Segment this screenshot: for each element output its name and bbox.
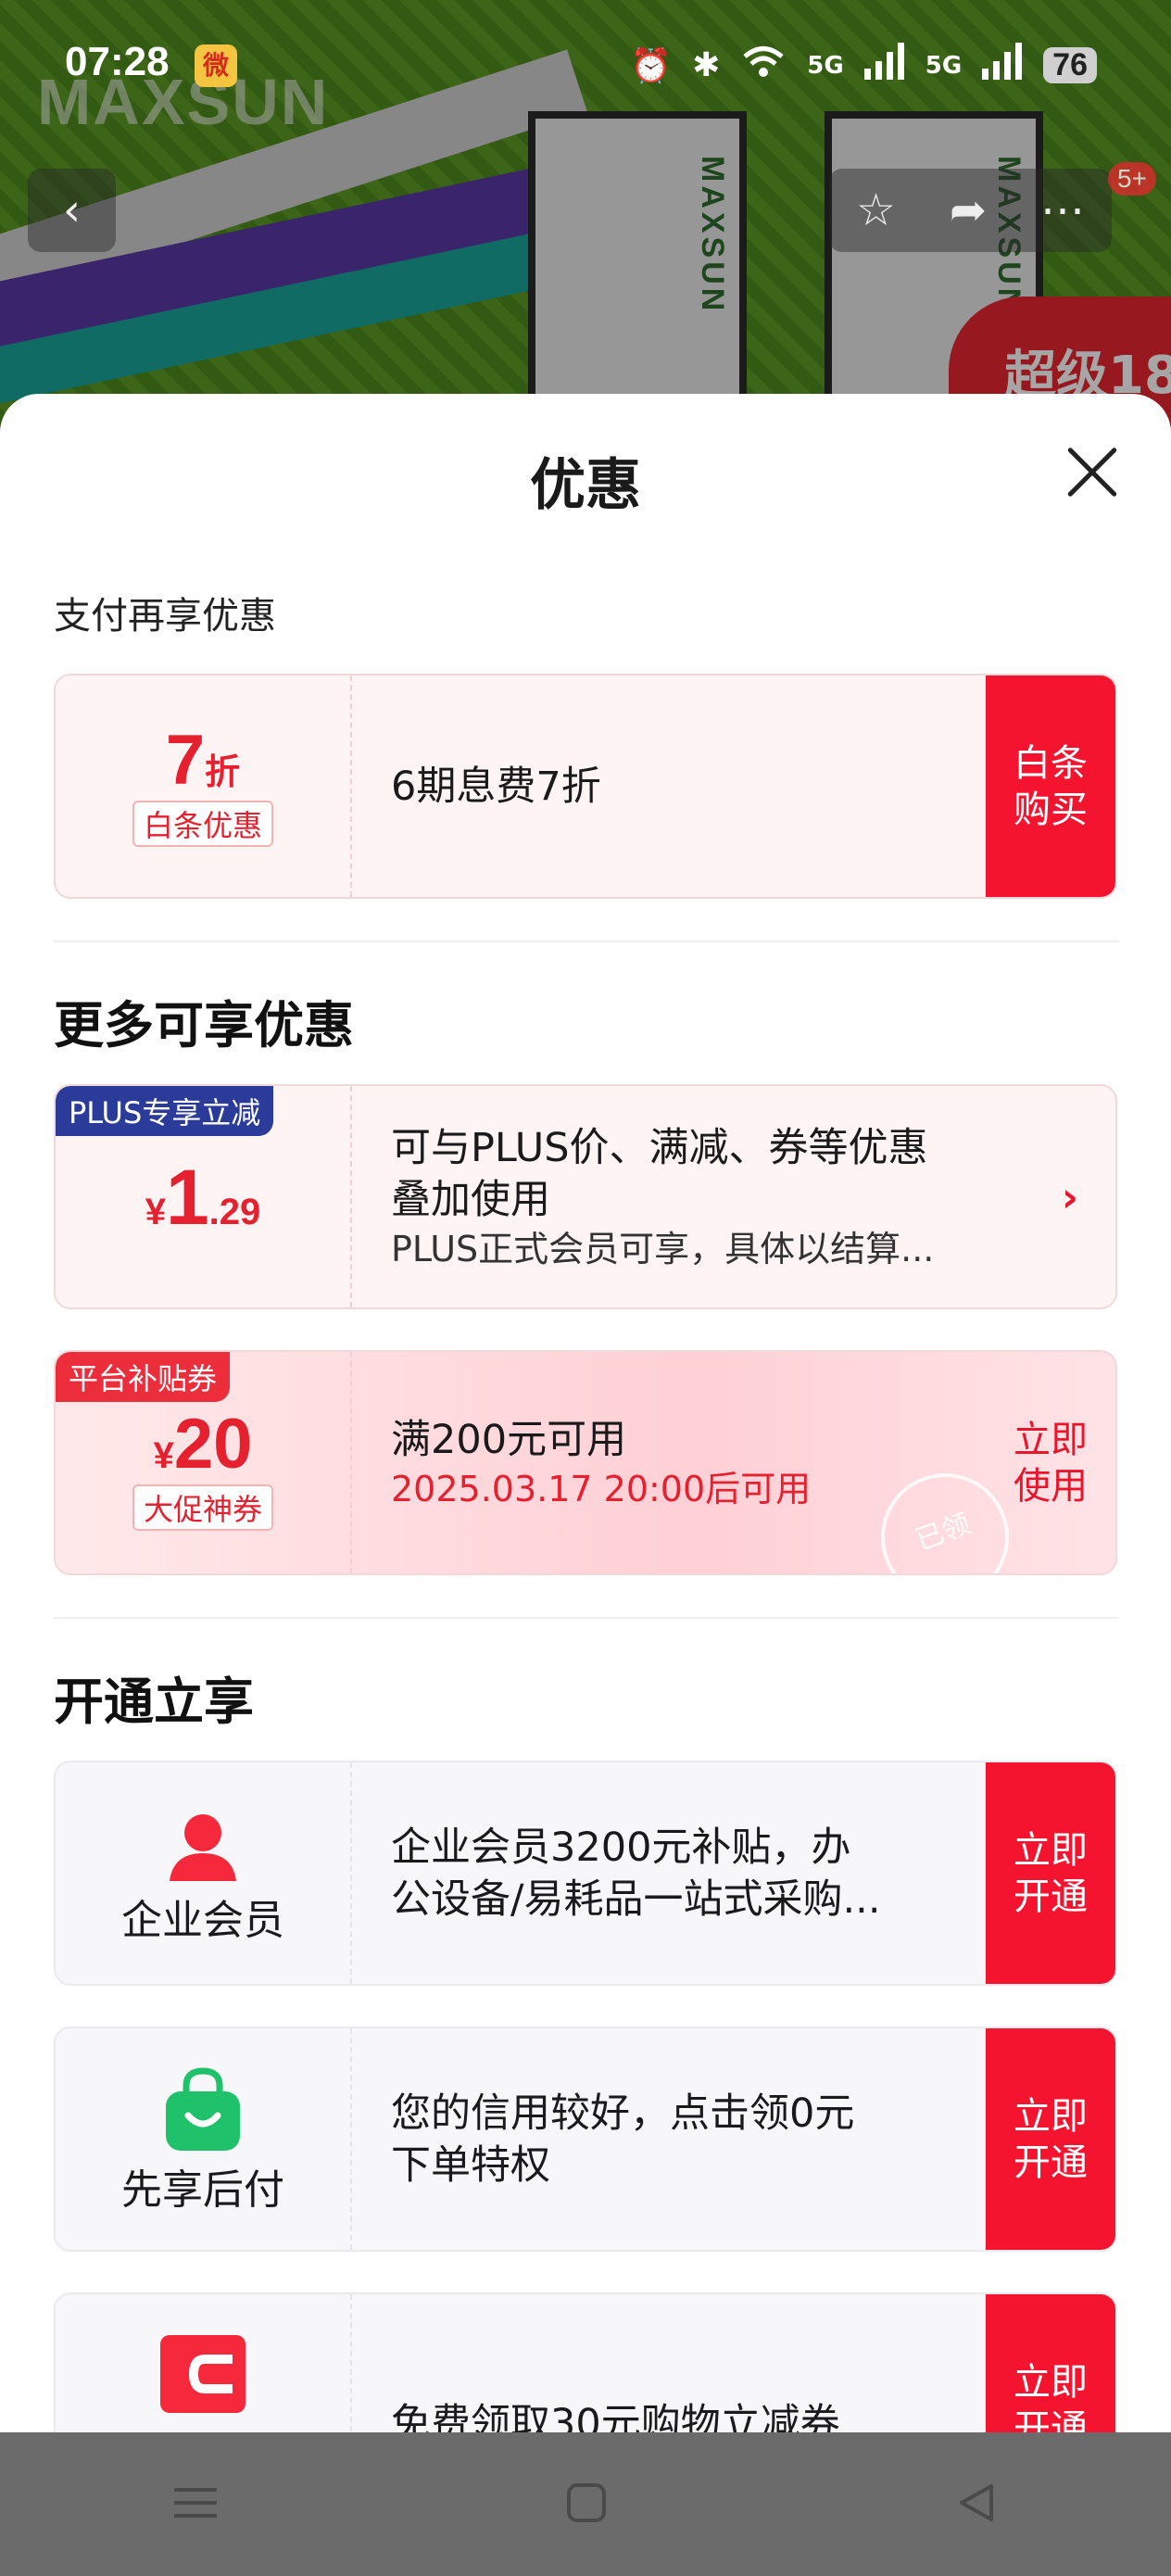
plus-discount-card[interactable]: PLUS专享立减 ¥1.29 可与PLUS价、满减、券等优惠 叠加使用 PLUS… (54, 1084, 1117, 1309)
star-icon[interactable]: ☆ (856, 184, 896, 236)
sheet-title: 优惠 (530, 453, 641, 518)
status-bar: 07:28 微 ⏰ ✱ 5G 5G 76 (0, 0, 1171, 139)
coupon-tag: 大促神券 (132, 1484, 273, 1531)
baitiao-card[interactable]: 7折 白条优惠 6期息费7折 白条 购买 (54, 674, 1117, 899)
signal-bars-icon (863, 43, 905, 88)
close-icon[interactable] (1064, 445, 1120, 500)
back-triangle-icon[interactable] (956, 2482, 997, 2527)
coupon-offer-card[interactable]: 免费领取30元购物立减券 立即 开通 (54, 2292, 1117, 2432)
signal-bars-icon (982, 43, 1023, 88)
weibo-icon: 微 (195, 44, 237, 87)
discount-desc: 6期息费7折 (391, 763, 601, 810)
card-icon (160, 2335, 246, 2413)
more-section-label: 更多可享优惠 (54, 996, 354, 1054)
open-coupon-button[interactable]: 立即 开通 (986, 2294, 1115, 2432)
open-enterprise-button[interactable]: 立即 开通 (986, 1762, 1115, 1984)
discount-sheet: 优惠 支付再享优惠 7折 白条优惠 6期息费7折 白条 购买 更多可享优惠 PL… (0, 394, 1171, 2432)
enterprise-member-label: 企业会员 (121, 1897, 284, 1944)
open-pay-later-button[interactable]: 立即 开通 (986, 2028, 1115, 2250)
chevron-right-icon[interactable]: › (1062, 1174, 1078, 1221)
home-icon[interactable] (566, 2482, 607, 2527)
alarm-icon: ⏰ (630, 46, 673, 85)
pay-section-label: 支付再享优惠 (54, 595, 276, 638)
enterprise-member-card[interactable]: 企业会员 企业会员3200元补贴，办 公设备/易耗品一站式采购... 立即 开通 (54, 1761, 1117, 1986)
message-badge: 5+ (1108, 162, 1156, 196)
open-section-label: 开通立享 (54, 1673, 254, 1731)
bag-icon (166, 2067, 240, 2151)
top-actions: ☆ ➦ ⋯ (829, 169, 1112, 252)
wifi-icon (740, 43, 787, 88)
divider (54, 1617, 1119, 1619)
plus-price: 1 (165, 1154, 209, 1241)
system-navigation (0, 2432, 1171, 2576)
use-now-button[interactable]: 立即 使用 (986, 1352, 1115, 1573)
divider (54, 941, 1119, 942)
coupon-amount: 20 (173, 1405, 253, 1484)
battery-icon: 76 (1043, 47, 1097, 83)
signal-icon: 5G (807, 51, 844, 80)
share-icon[interactable]: ➦ (950, 184, 987, 236)
chevron-left-icon: ‹ (62, 184, 82, 236)
pay-later-label: 先享后付 (121, 2166, 284, 2214)
more-icon[interactable]: ⋯ (1040, 184, 1085, 236)
menu-icon[interactable] (174, 2484, 218, 2525)
discount-tag: 白条优惠 (132, 801, 273, 847)
person-icon (170, 1814, 236, 1881)
baitiao-buy-button[interactable]: 白条 购买 (986, 676, 1115, 897)
subsidy-coupon-card[interactable]: 平台补贴券 ¥20 大促神券 满200元可用 2025.03.17 20:00后… (54, 1350, 1117, 1575)
signal-icon: 5G (925, 51, 963, 80)
bluetooth-icon: ✱ (692, 46, 721, 84)
pay-later-card[interactable]: 先享后付 您的信用较好，点击领0元 下单特权 立即 开通 (54, 2027, 1117, 2252)
status-time: 07:28 (65, 39, 170, 84)
back-button[interactable]: ‹ (28, 169, 116, 252)
discount-value: 7 (165, 721, 206, 800)
